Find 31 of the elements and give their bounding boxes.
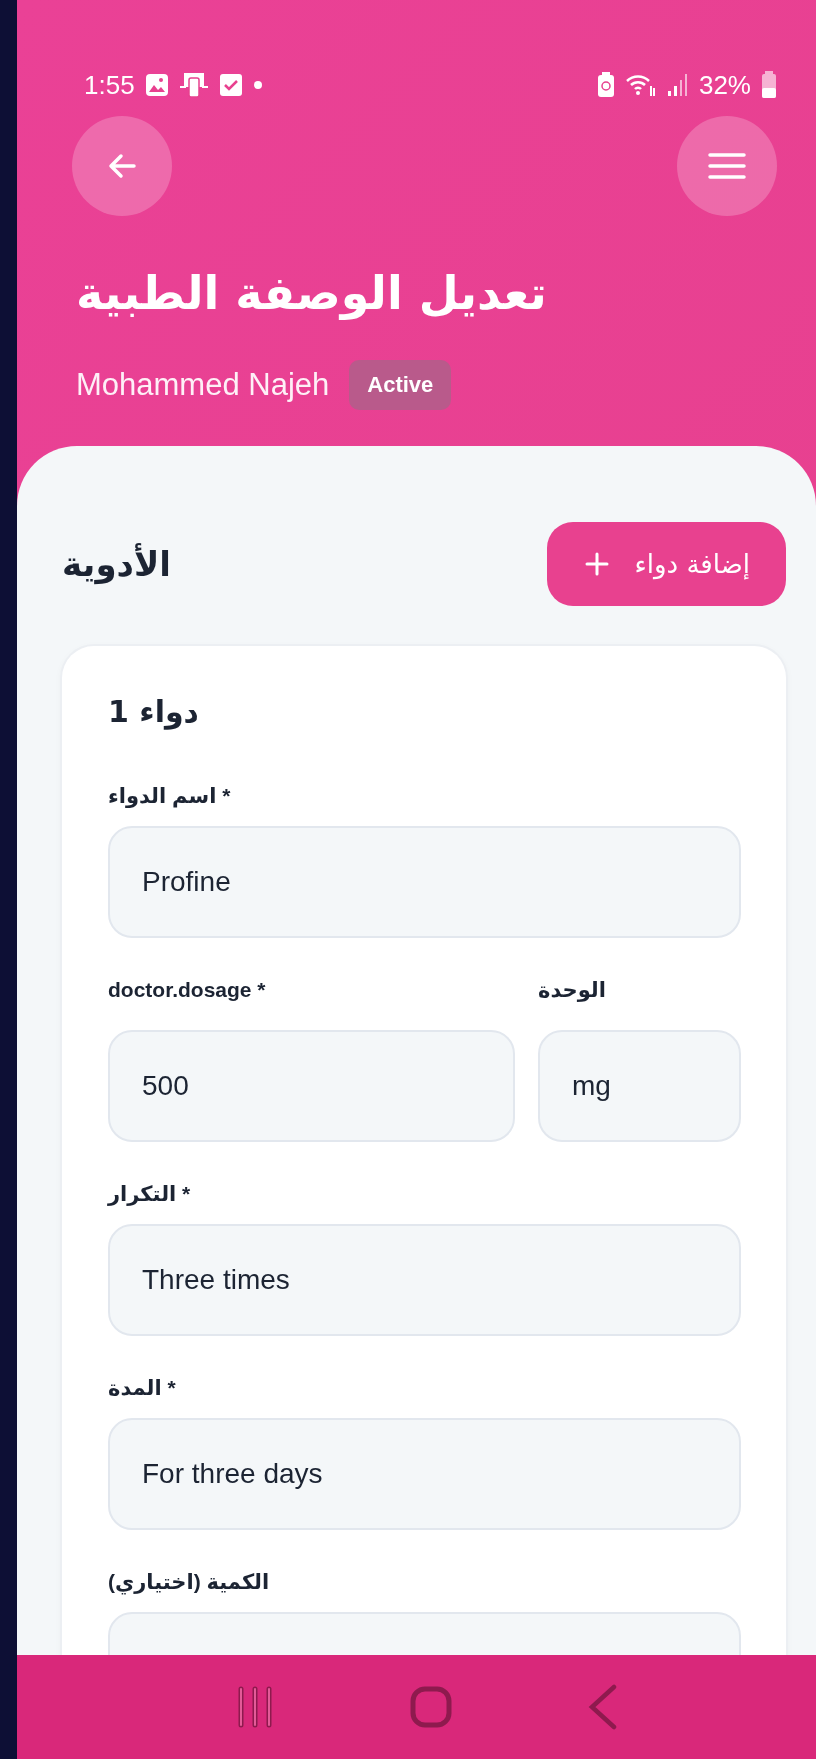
field-label: المدة * xyxy=(108,1375,177,1400)
field-label: اسم الدواء * xyxy=(108,783,232,808)
plus-icon xyxy=(584,551,609,576)
page-title: تعديل الوصفة الطبية xyxy=(75,265,548,322)
add-medication-button[interactable]: إضافة دواء xyxy=(546,521,786,606)
phone-icon xyxy=(178,72,209,98)
input-field[interactable]: Profine xyxy=(108,825,741,938)
dot-icon xyxy=(252,80,263,90)
field-label: doctor.dosage * xyxy=(108,977,267,1002)
input-field[interactable]: Three times xyxy=(108,1223,741,1336)
input-field[interactable]: For three days xyxy=(108,1417,741,1530)
battery-saver-icon xyxy=(596,72,615,98)
menu-icon xyxy=(707,151,747,181)
input-field[interactable]: 500 xyxy=(108,1029,515,1142)
status-time: 1:55 xyxy=(84,69,135,101)
back-icon[interactable] xyxy=(588,1684,619,1730)
home-icon[interactable] xyxy=(410,1686,453,1728)
signal-icon xyxy=(666,73,689,97)
medication-title: دواء 1 xyxy=(108,693,200,729)
wifi-icon xyxy=(624,72,657,98)
field-label: الوحدة xyxy=(538,977,607,1002)
field-label: الكمية (اختياري) xyxy=(108,1569,271,1594)
section-title: الأدوية xyxy=(62,543,171,584)
battery-percent: 32% xyxy=(698,69,751,101)
checkbox-icon xyxy=(218,73,243,97)
field-label: التكرار * xyxy=(108,1181,192,1206)
image-icon xyxy=(144,73,169,97)
patient-name: Mohammed Najeh xyxy=(76,366,330,403)
status-badge: Active xyxy=(349,359,452,410)
battery-icon xyxy=(761,71,777,99)
input-field[interactable]: mg xyxy=(538,1029,741,1142)
